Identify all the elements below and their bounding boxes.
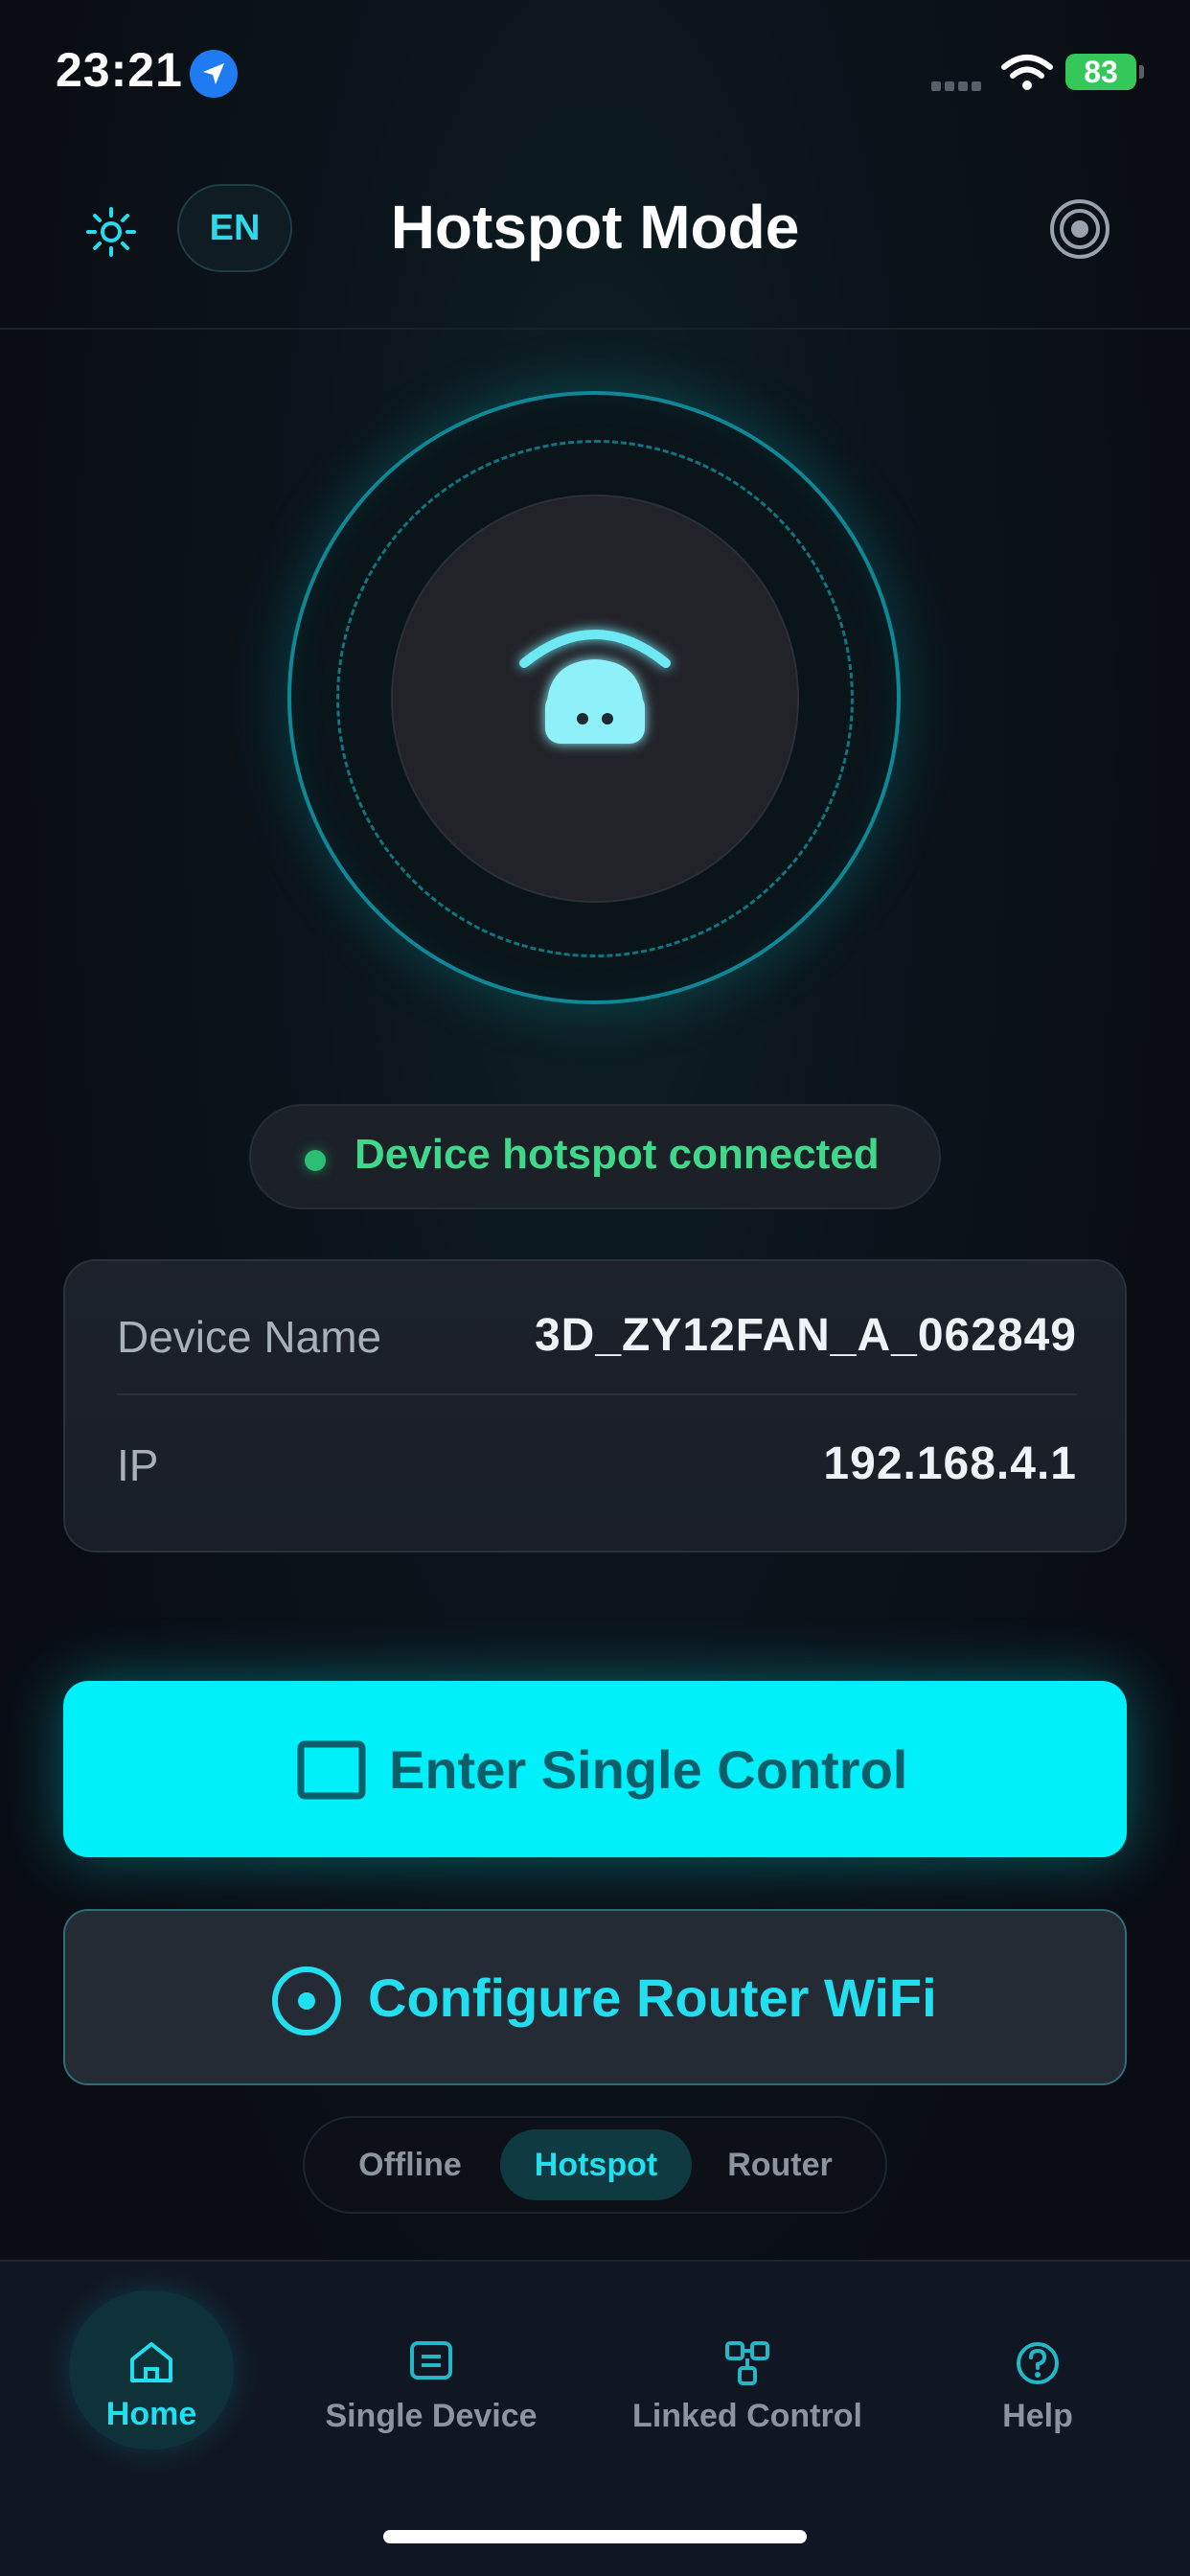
tab-label: Home (105, 2396, 197, 2432)
home-indicator[interactable] (383, 2530, 807, 2543)
status-time: 23:21 (56, 43, 183, 97)
status-dot-icon (305, 1150, 326, 1171)
location-arrow-icon (190, 50, 238, 98)
single-device-icon (409, 2340, 453, 2385)
tab-label: Linked Control (632, 2398, 862, 2434)
tab-label: Help (1002, 2398, 1073, 2434)
info-label: Device Name (117, 1312, 382, 1362)
info-row-ip: IP 192.168.4.1 (117, 1397, 1077, 1524)
info-label: IP (117, 1440, 159, 1490)
wifi-icon (1000, 54, 1054, 97)
help-icon (1015, 2340, 1061, 2391)
tab-help[interactable]: Help (977, 2290, 1098, 2453)
configure-router-wifi-button[interactable]: Configure Router WiFi (63, 1909, 1127, 2085)
bottom-tab-bar: Home Single Device Linked Control Help (0, 2260, 1190, 2576)
mode-option-router[interactable]: Router (694, 2129, 866, 2200)
router-wifi-icon (501, 602, 689, 798)
mode-segmented-control: Offline Hotspot Router (303, 2116, 887, 2214)
info-value: 3D_ZY12FAN_A_062849 (534, 1310, 1077, 1361)
page-title: Hotspot Mode (390, 193, 800, 262)
tab-linked-control[interactable]: Linked Control (604, 2290, 891, 2453)
battery-icon: 83 (1065, 54, 1136, 90)
enter-single-control-label: Enter Single Control (389, 1739, 908, 1800)
top-header: EN Hotspot Mode (0, 144, 1190, 330)
record-target-icon[interactable] (1048, 197, 1111, 265)
linked-control-icon (724, 2340, 770, 2391)
device-info-card: Device Name 3D_ZY12FAN_A_062849 IP 192.1… (63, 1259, 1127, 1552)
tab-home[interactable]: Home (69, 2290, 234, 2450)
cellular-signal-icon (931, 79, 985, 96)
info-row-device-name: Device Name 3D_ZY12FAN_A_062849 (117, 1269, 1077, 1395)
square-icon (297, 1740, 366, 1805)
connection-status-badge: Device hotspot connected (249, 1104, 941, 1209)
tab-label: Single Device (325, 2398, 538, 2434)
tab-single-device[interactable]: Single Device (307, 2290, 556, 2453)
info-value: 192.168.4.1 (823, 1438, 1077, 1489)
mode-option-hotspot[interactable]: Hotspot (500, 2129, 692, 2200)
home-icon (127, 2340, 175, 2389)
enter-single-control-button[interactable]: Enter Single Control (63, 1681, 1127, 1857)
connection-status-text: Device hotspot connected (355, 1131, 880, 1178)
configure-router-wifi-label: Configure Router WiFi (368, 1967, 937, 2028)
device-hero-graphic (286, 389, 904, 1008)
status-bar: 23:21 83 (0, 0, 1190, 144)
app-screen: 23:21 83 EN Hotspot Mode Device hotspot … (0, 0, 1190, 2576)
target-circle-icon (270, 1965, 343, 2042)
battery-cap (1139, 65, 1144, 79)
mode-option-offline[interactable]: Offline (324, 2129, 496, 2200)
